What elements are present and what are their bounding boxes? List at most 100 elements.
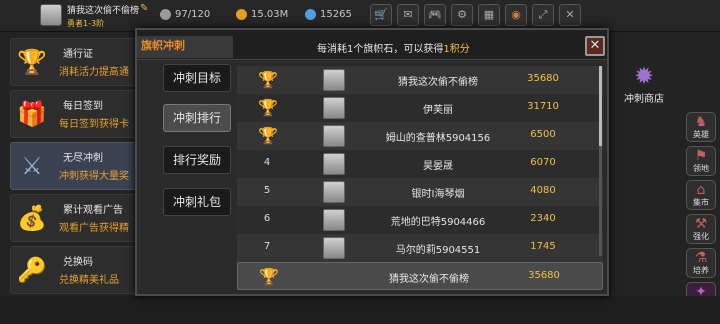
avatar <box>323 237 345 259</box>
settings-icon[interactable]: ⚙ <box>451 4 473 26</box>
hero-label: 英雄 <box>693 130 709 139</box>
row-score: 31710 <box>527 101 559 112</box>
ranking-list[interactable]: 🏆 猜我这次偷不偷榜 35680 🏆 伊芙丽 31710 🏆 姆山的查普林590… <box>237 66 603 262</box>
territory-label: 领地 <box>693 164 709 173</box>
close-button[interactable]: ✕ <box>585 36 605 56</box>
row-name: 姆山的查普林5904156 <box>385 133 491 144</box>
row-score: 6500 <box>530 129 556 140</box>
table-row[interactable]: 🏆 姆山的查普林5904156 6500 <box>237 122 603 150</box>
gold-trophy-icon: 🏆 <box>259 267 279 286</box>
bottom-strip <box>0 296 720 324</box>
points-info: 每消耗1个旗帜石，可以获得1积分 <box>317 40 470 55</box>
row-name: 伊芙丽 <box>423 105 453 116</box>
menu-title: 无尽冲刺 <box>63 153 103 164</box>
key-icon: 🔑 <box>17 256 47 284</box>
fullscreen-icon[interactable]: ⤢ <box>532 4 554 26</box>
sword-icon <box>160 9 171 20</box>
table-row[interactable]: 5 银时I海琴烟 4080 <box>237 178 603 206</box>
menu-item-endless[interactable]: ⚔ 无尽冲刺 冲刺获得大量奖 <box>10 142 138 190</box>
list-scrollbar[interactable] <box>599 66 602 256</box>
gold-chest-icon: 💰 <box>17 204 47 232</box>
table-row[interactable]: 🏆 伊芙丽 31710 <box>237 94 603 122</box>
row-name: 银时I海琴烟 <box>411 189 465 200</box>
row-rank: 7 <box>263 241 271 252</box>
hero-button[interactable]: ♞ 英雄 <box>686 112 716 142</box>
trophy-cup-icon: 🏆 <box>17 48 47 76</box>
row-score: 4080 <box>530 185 556 196</box>
row-rank: 6 <box>263 213 271 224</box>
avatar <box>323 209 345 231</box>
avatar <box>323 69 345 91</box>
table-row[interactable]: 7 马尔的莉5904551 1745 <box>237 234 603 262</box>
upgrade-button[interactable]: ⚒ 强化 <box>686 214 716 244</box>
dialog-header: 旗帜冲刺 每消耗1个旗帜石，可以获得1积分 ✕ <box>137 30 607 60</box>
menu-subtitle: 冲刺获得大量奖 <box>59 171 129 182</box>
row-score: 1745 <box>530 241 556 252</box>
upgrade-label: 强化 <box>693 232 709 241</box>
grid-icon[interactable]: ▦ <box>478 4 500 26</box>
menu-item-ads[interactable]: 💰 累计观看广告 观看广告获得精 <box>10 194 138 242</box>
stamina-value: 97/120 <box>175 9 211 20</box>
row-name: 昊晏晟 <box>423 161 453 172</box>
stamina-stat: 97/120 <box>160 9 210 20</box>
cultivate-label: 培养 <box>693 266 709 275</box>
gem-stat: 15265 <box>305 9 352 20</box>
gem-value: 15265 <box>320 9 352 20</box>
gold-stat: 15.03M <box>236 9 288 20</box>
palette-icon[interactable]: ◉ <box>505 4 527 26</box>
gold-value: 15.03M <box>251 9 289 20</box>
knight-icon: ⚔ <box>21 152 43 180</box>
sprint-shop-label: 冲刺商店 <box>624 94 664 105</box>
tab-ranking-rewards[interactable]: 排行奖励 <box>163 146 231 174</box>
row-name: 荒地的巴特5904466 <box>390 217 486 228</box>
tab-sprint-pack[interactable]: 冲刺礼包 <box>163 188 231 216</box>
crest-icon: ✹ <box>633 62 655 90</box>
game-screen: 猜我这次偷不偷榜 ✎ 勇者1-3阶 97/120 15.03M 15265 🛒 … <box>0 0 720 324</box>
gold-trophy-icon: 🏆 <box>258 70 278 89</box>
table-row[interactable]: 4 昊晏晟 6070 <box>237 150 603 178</box>
territory-button[interactable]: ⚑ 领地 <box>686 146 716 176</box>
menu-title: 每日签到 <box>63 101 103 112</box>
tab-sprint-goal[interactable]: 冲刺目标 <box>163 64 231 92</box>
menu-item-pass[interactable]: 🏆 通行证 消耗活力提高通 <box>10 38 138 86</box>
edit-icon[interactable]: ✎ <box>140 3 148 14</box>
treasure-chest-icon: 🎁 <box>17 100 47 128</box>
gamepad-icon[interactable]: 🎮 <box>424 4 446 26</box>
avatar <box>323 153 345 175</box>
menu-item-redeem[interactable]: 🔑 兑换码 兑换精美礼品 <box>10 246 138 294</box>
mail-icon[interactable]: ✉ <box>397 4 419 26</box>
close-icon: ✕ <box>589 38 601 53</box>
sprint-shop-button[interactable]: ✹ 冲刺商店 <box>614 62 674 105</box>
market-button[interactable]: ⌂ 集市 <box>686 180 716 210</box>
row-rank: 4 <box>263 157 271 168</box>
gem-icon <box>305 9 316 20</box>
player-rank: 勇者1-3阶 <box>67 19 105 28</box>
menu-item-checkin[interactable]: 🎁 每日签到 每日签到获得卡 <box>10 90 138 138</box>
mute-icon[interactable]: ✕ <box>559 4 581 26</box>
row-name: 马尔的莉5904551 <box>395 245 481 256</box>
menu-subtitle: 每日签到获得卡 <box>59 119 129 130</box>
avatar <box>323 97 345 119</box>
menu-title: 累计观看广告 <box>63 205 123 216</box>
points-info-highlight: 1积分 <box>443 44 470 55</box>
scroll-thumb[interactable] <box>599 66 602 146</box>
table-row[interactable]: 6 荒地的巴特5904466 2340 <box>237 206 603 234</box>
dialog-title: 旗帜冲刺 <box>141 39 185 52</box>
gold-coin-icon <box>236 9 247 20</box>
table-row[interactable]: 🏆 猜我这次偷不偷榜 35680 <box>237 66 603 94</box>
row-score: 6070 <box>530 157 556 168</box>
row-name: 猜我这次偷不偷榜 <box>398 77 478 88</box>
my-ranking-row: 🏆 猜我这次偷不偷榜 35680 <box>237 262 603 290</box>
row-score: 35680 <box>527 73 559 84</box>
cultivate-button[interactable]: ⚗ 培养 <box>686 248 716 278</box>
menu-title: 兑换码 <box>63 257 93 268</box>
menu-title: 通行证 <box>63 49 93 60</box>
player-name: 猜我这次偷不偷榜 <box>67 6 140 16</box>
shop-icon[interactable]: 🛒 <box>370 4 392 26</box>
sprint-ranking-dialog: 旗帜冲刺 每消耗1个旗帜石，可以获得1积分 ✕ 冲刺目标 冲刺排行 排行奖励 冲… <box>135 28 609 296</box>
player-avatar[interactable] <box>40 4 62 26</box>
menu-subtitle: 兑换精美礼品 <box>59 275 119 286</box>
menu-subtitle: 观看广告获得精 <box>59 223 129 234</box>
tab-sprint-ranking[interactable]: 冲刺排行 <box>163 104 231 132</box>
market-label: 集市 <box>693 198 709 207</box>
